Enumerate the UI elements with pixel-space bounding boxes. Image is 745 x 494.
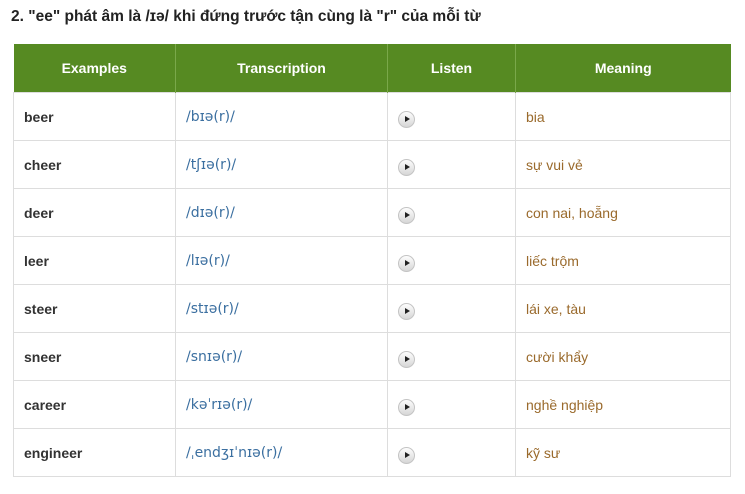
header-listen: Listen — [387, 44, 516, 93]
play-icon[interactable] — [398, 254, 415, 272]
play-icon[interactable] — [398, 350, 415, 368]
table-row: deer /dɪə(r)/ con nai, hoẵng — [13, 188, 731, 237]
play-icon[interactable] — [398, 398, 415, 416]
play-icon[interactable] — [398, 110, 415, 128]
table-row: engineer /ˌendʒɪˈnɪə(r)/ kỹ sư — [13, 428, 731, 477]
table-row: cheer /tʃɪə(r)/ sự vui vẻ — [13, 140, 731, 189]
play-icon[interactable] — [398, 206, 415, 224]
transcription: /ˌendʒɪˈnɪə(r)/ — [175, 428, 388, 477]
example-word: cheer — [13, 140, 176, 189]
play-icon[interactable] — [398, 302, 415, 320]
listen-cell — [387, 284, 516, 333]
header-meaning: Meaning — [515, 44, 731, 93]
header-examples: Examples — [13, 44, 176, 93]
example-word: sneer — [13, 332, 176, 381]
transcription: /tʃɪə(r)/ — [175, 140, 388, 189]
listen-cell — [387, 92, 516, 141]
listen-cell — [387, 428, 516, 477]
table-row: steer /stɪə(r)/ lái xe, tàu — [13, 284, 731, 333]
example-word: deer — [13, 188, 176, 237]
listen-cell — [387, 332, 516, 381]
example-word: steer — [13, 284, 176, 333]
transcription: /bɪə(r)/ — [175, 92, 388, 141]
transcription: /lɪə(r)/ — [175, 236, 388, 285]
section-heading: 2. "ee" phát âm là /ɪə/ khi đứng trước t… — [11, 8, 481, 25]
listen-cell — [387, 188, 516, 237]
header-transcription: Transcription — [175, 44, 388, 93]
play-icon[interactable] — [398, 158, 415, 176]
vocabulary-table: Examples Transcription Listen Meaning be… — [13, 44, 731, 477]
listen-cell — [387, 140, 516, 189]
transcription: /snɪə(r)/ — [175, 332, 388, 381]
meaning: kỹ sư — [515, 428, 731, 477]
example-word: engineer — [13, 428, 176, 477]
listen-cell — [387, 380, 516, 429]
table-row: leer /lɪə(r)/ liếc trộm — [13, 236, 731, 285]
example-word: leer — [13, 236, 176, 285]
play-icon[interactable] — [398, 446, 415, 464]
meaning: lái xe, tàu — [515, 284, 731, 333]
listen-cell — [387, 236, 516, 285]
transcription: /stɪə(r)/ — [175, 284, 388, 333]
transcription: /dɪə(r)/ — [175, 188, 388, 237]
meaning: nghề nghiệp — [515, 380, 731, 429]
table-row: career /kəˈrɪə(r)/ nghề nghiệp — [13, 380, 731, 429]
table-row: sneer /snɪə(r)/ cười khẩy — [13, 332, 731, 381]
meaning: bia — [515, 92, 731, 141]
meaning: cười khẩy — [515, 332, 731, 381]
transcription: /kəˈrɪə(r)/ — [175, 380, 388, 429]
meaning: sự vui vẻ — [515, 140, 731, 189]
example-word: beer — [13, 92, 176, 141]
table-header-row: Examples Transcription Listen Meaning — [13, 44, 731, 93]
meaning: con nai, hoẵng — [515, 188, 731, 237]
table-row: beer /bɪə(r)/ bia — [13, 92, 731, 141]
example-word: career — [13, 380, 176, 429]
meaning: liếc trộm — [515, 236, 731, 285]
